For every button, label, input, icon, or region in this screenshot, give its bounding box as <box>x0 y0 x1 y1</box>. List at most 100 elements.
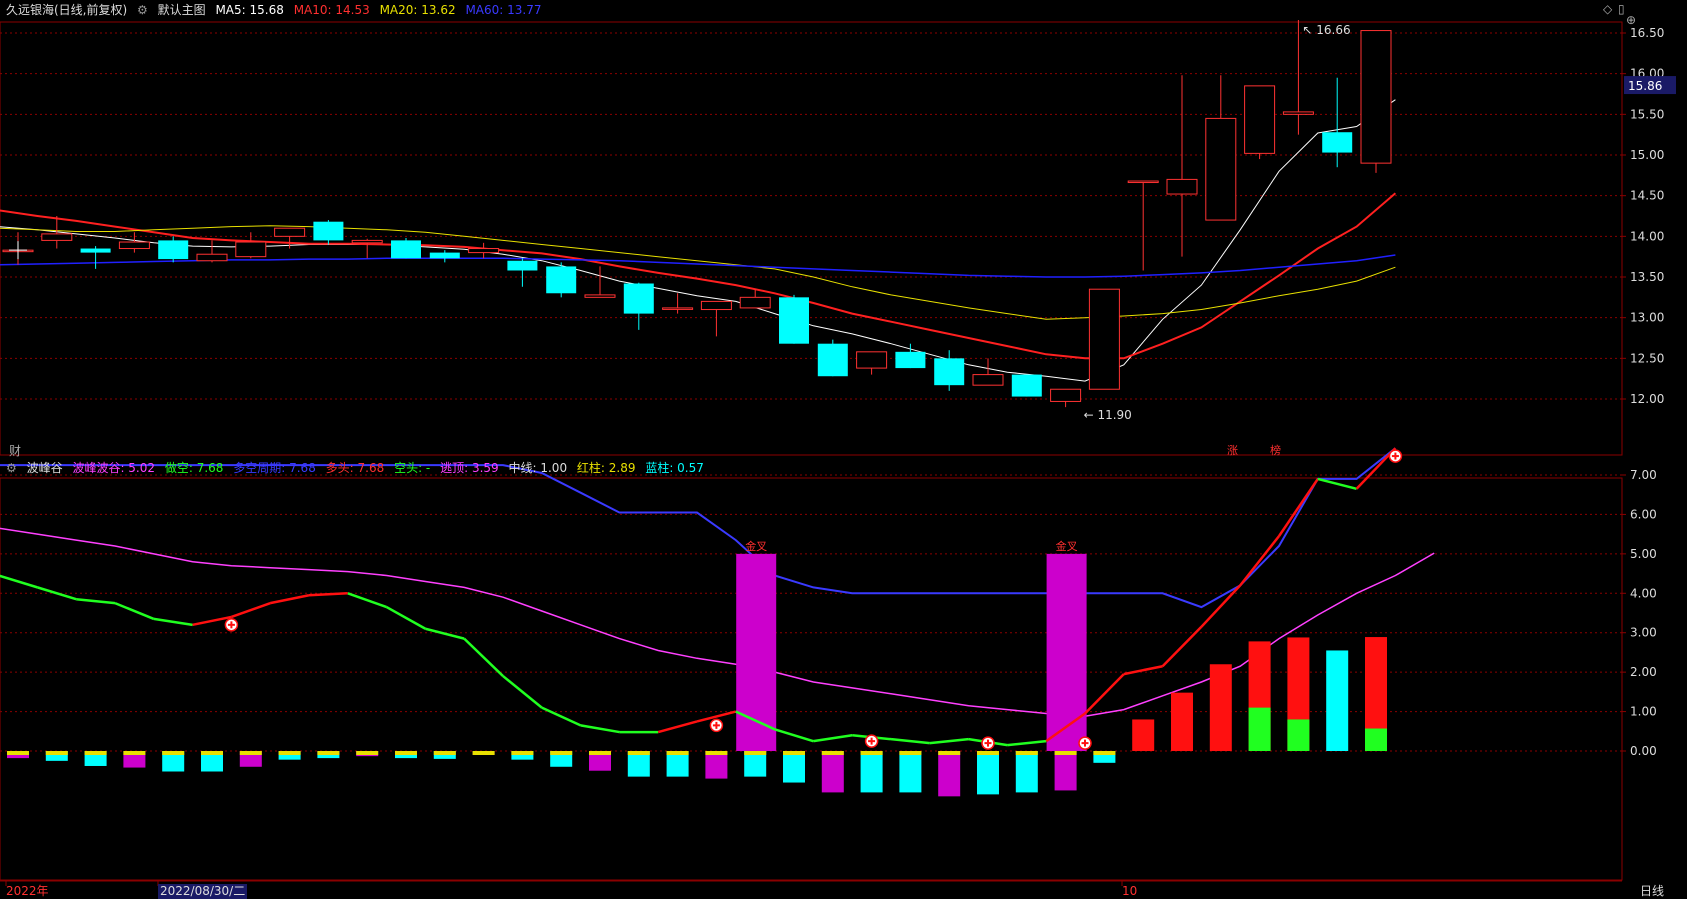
main-y-tick-label: 15.50 <box>1630 107 1664 121</box>
yellow-histogram-cap <box>433 751 456 755</box>
settings-icon[interactable]: ⚙ <box>6 461 17 475</box>
bfbg-segment <box>502 675 543 709</box>
blue-histogram-bar <box>860 751 883 793</box>
sub-y-tick-label: 0.00 <box>1630 744 1657 758</box>
yellow-histogram-cap <box>123 751 146 755</box>
main-y-tick-label: 13.00 <box>1630 311 1664 325</box>
bfbg-value: 波峰波谷: 5.02 <box>72 461 156 475</box>
ma60-value: MA60: 13.77 <box>465 3 542 17</box>
blue-histogram-bar <box>1015 751 1038 793</box>
red-histogram-bar <box>1171 692 1193 751</box>
bang-marker[interactable]: 榜 <box>1270 442 1281 458</box>
sub-y-tick-label: 7.00 <box>1630 468 1657 482</box>
hz-value: 红柱: 2.89 <box>576 461 636 475</box>
green-histogram-bar <box>1287 719 1310 751</box>
yellow-histogram-cap <box>899 751 922 755</box>
golden-cross-label: 金叉 <box>745 539 767 553</box>
bfbg-segment <box>541 706 582 727</box>
yellow-histogram-cap <box>589 751 611 755</box>
settings-icon[interactable]: ⚙ <box>137 3 148 17</box>
bfbg-segment <box>153 617 193 627</box>
yellow-histogram-cap <box>550 751 573 755</box>
main-y-tick-label: 15.00 <box>1630 148 1664 162</box>
candle-body-down <box>779 297 809 344</box>
kt-value: 空头: - <box>394 461 431 475</box>
yellow-histogram-cap <box>1015 751 1038 755</box>
sub-y-tick-label: 2.00 <box>1630 665 1657 679</box>
candle-body-up <box>584 294 616 298</box>
menu-icon[interactable]: ▯ <box>1618 2 1625 16</box>
candle-body-up <box>468 248 500 254</box>
bfbg-segment <box>463 637 504 677</box>
sub-y-tick-label: 5.00 <box>1630 547 1657 561</box>
diamond-icon[interactable]: ◇ <box>1603 2 1612 16</box>
bfbg-segment <box>76 597 116 605</box>
candle-body-down <box>80 248 111 253</box>
candle-body-down <box>934 358 965 386</box>
yellow-histogram-cap <box>239 751 262 755</box>
yellow-histogram-cap <box>666 751 689 755</box>
candle-body-up <box>118 241 150 250</box>
bfbg-segment <box>1277 478 1319 537</box>
bfbg-segment <box>425 627 465 640</box>
period-label[interactable]: 日线 <box>1640 884 1664 899</box>
bfbg-segment <box>580 724 620 734</box>
bfbg-segment <box>347 592 388 609</box>
main-y-tick-label: 16.50 <box>1630 26 1664 40</box>
red-histogram-bar <box>1132 719 1155 751</box>
candle-body-down <box>507 260 538 271</box>
indicator-name[interactable]: 默认主图 <box>158 3 206 17</box>
sub-y-tick-label: 1.00 <box>1630 705 1657 719</box>
month-label: 10 <box>1122 884 1138 898</box>
main-y-tick-label: 12.50 <box>1630 351 1664 365</box>
sub-indicator-name[interactable]: 波峰谷 <box>27 461 63 475</box>
bfbg-segment <box>1007 739 1047 747</box>
sub-header: ⚙ 波峰谷 波峰波谷: 5.02 做空: 7.68 多空周期: 7.68 多头:… <box>6 458 710 478</box>
candle-body-down <box>313 221 344 241</box>
stock-title[interactable]: 久远银海(日线,前复权) <box>6 3 127 17</box>
candle-body-up <box>41 233 73 241</box>
blue-histogram-bar <box>977 751 999 795</box>
golden-cross-column <box>1046 553 1087 751</box>
yellow-histogram-cap <box>821 751 844 755</box>
sub-y-tick-label: 6.00 <box>1630 507 1657 521</box>
candle-body-up <box>235 241 267 258</box>
yellow-histogram-cap <box>356 751 379 755</box>
candle-body-down <box>1322 132 1353 153</box>
candle-body-down <box>1011 374 1042 397</box>
yellow-histogram-cap <box>977 751 999 755</box>
bfbg-segment <box>1239 535 1280 587</box>
ma10-value: MA10: 14.53 <box>293 3 370 17</box>
blue-histogram-bar <box>899 751 922 793</box>
yellow-histogram-cap <box>472 751 495 755</box>
tg-value: 逃顶: 3.59 <box>440 461 499 475</box>
sub-y-tick-label: 3.00 <box>1630 626 1657 640</box>
cai-marker[interactable]: 财 <box>9 442 21 459</box>
main-header: 久远银海(日线,前复权) ⚙ 默认主图 MA5: 15.68 MA10: 14.… <box>6 0 548 20</box>
yellow-histogram-cap <box>84 751 107 755</box>
candle-body-up <box>1244 85 1276 154</box>
lz-value: 蓝柱: 0.57 <box>645 461 704 475</box>
yellow-histogram-cap <box>1093 751 1116 755</box>
candle-body-up <box>739 296 771 309</box>
bfbg-segment <box>929 737 969 745</box>
ma10-line <box>0 192 1397 360</box>
yellow-histogram-cap <box>744 751 767 755</box>
green-histogram-bar <box>1248 707 1271 751</box>
candle-body-down <box>546 266 577 294</box>
bfbg-segment <box>1317 477 1357 491</box>
ma5-line <box>0 99 1396 382</box>
min-price-label: ← 11.90 <box>1084 408 1132 422</box>
yellow-histogram-cap <box>278 751 301 755</box>
zhang-marker[interactable]: 涨 <box>1227 442 1238 458</box>
yellow-histogram-cap <box>705 751 728 755</box>
zoom-icon[interactable]: ⊕ <box>1626 13 1636 27</box>
candle-body-up <box>1360 30 1392 164</box>
blue-histogram-bar <box>705 751 728 779</box>
bfbg-segment <box>890 737 930 745</box>
zk-value: 做空: 7.68 <box>164 461 224 475</box>
yellow-histogram-cap <box>511 751 534 755</box>
candle-body-down <box>158 240 189 260</box>
k-line-chart[interactable]: 12.00 12.50 13.00 13.50 14.00 14.50 15.00 15.50… <box>0 0 1687 899</box>
candle-body-down <box>623 283 654 314</box>
